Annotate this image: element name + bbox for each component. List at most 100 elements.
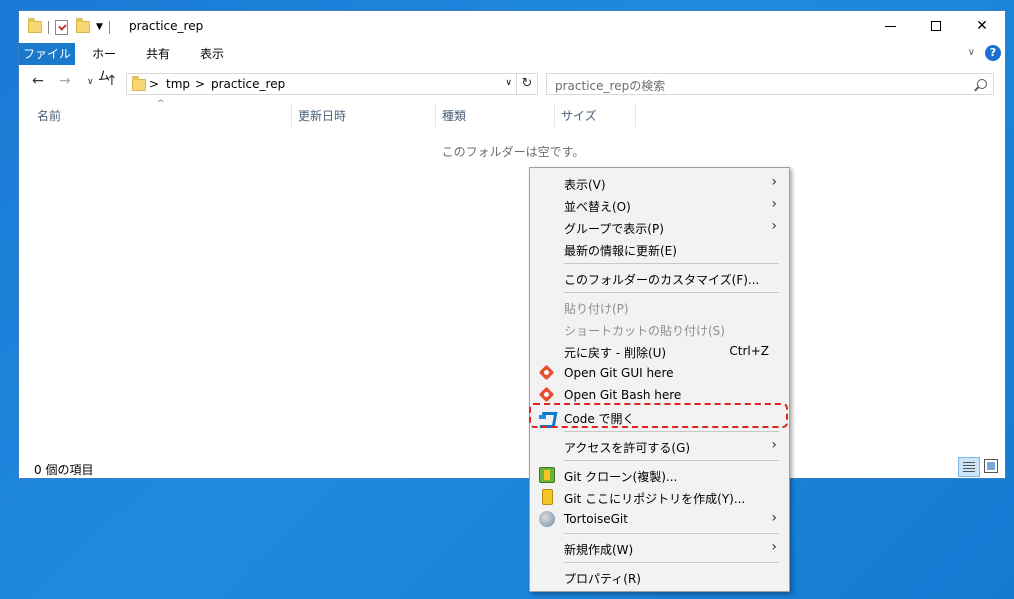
minimize-icon	[884, 25, 896, 27]
menu-item-git-gui[interactable]: Open Git GUI here	[530, 362, 789, 384]
menu-item-label: Git クローン(複製)...	[564, 470, 678, 484]
column-divider[interactable]	[291, 103, 292, 127]
menu-separator	[564, 431, 779, 432]
recent-locations-icon[interactable]: ∨	[87, 77, 94, 87]
breadcrumb-separator[interactable]: >	[149, 77, 159, 91]
context-menu: 表示(V) › 並べ替え(O) › グループで表示(P) › 最新の情報に更新(E) …	[529, 167, 790, 592]
search-input[interactable]: practice_repの検索	[546, 73, 994, 95]
menu-item-label: ショートカットの貼り付け(S)	[564, 324, 725, 338]
menu-item-properties[interactable]: プロパティ(R)	[530, 566, 789, 588]
title-bar: ▼ practice_rep ✕	[19, 11, 1005, 43]
column-header-size[interactable]: サイズ	[561, 107, 597, 124]
menu-item-label: Git ここにリポジトリを作成(Y)...	[564, 492, 746, 506]
maximize-icon	[931, 21, 941, 31]
breadcrumb-practice-rep[interactable]: practice_rep	[211, 77, 285, 91]
menu-item-tortoisegit[interactable]: TortoiseGit ›	[530, 508, 789, 530]
menu-item-customize[interactable]: このフォルダーのカスタマイズ(F)...	[530, 267, 789, 289]
menu-item-git-clone[interactable]: Git クローン(複製)...	[530, 464, 789, 486]
column-header-modified[interactable]: 更新日時	[298, 107, 346, 124]
submenu-arrow-icon: ›	[771, 539, 777, 555]
menu-item-label: 最新の情報に更新(E)	[564, 244, 677, 258]
menu-separator	[564, 533, 779, 534]
menu-item-label: 元に戻す - 削除(U)	[564, 346, 667, 360]
menu-separator	[564, 460, 779, 461]
menu-item-label: Open Git Bash here	[564, 388, 682, 402]
search-placeholder: practice_repの検索	[555, 79, 666, 93]
submenu-arrow-icon: ›	[771, 174, 777, 190]
column-divider[interactable]	[554, 103, 555, 127]
menu-item-label: アクセスを許可する(G)	[564, 441, 691, 455]
folder-icon[interactable]	[28, 18, 42, 33]
menu-item-view[interactable]: 表示(V) ›	[530, 172, 789, 194]
tab-share[interactable]: 共有	[143, 43, 173, 65]
menu-item-git-create-repo[interactable]: Git ここにリポジトリを作成(Y)...	[530, 486, 789, 508]
column-header-name[interactable]: 名前	[37, 107, 61, 124]
status-item-count: 0 個の項目	[34, 463, 94, 477]
minimize-button[interactable]	[867, 11, 913, 41]
navigation-bar: ← → ∨ ↑ > tmp > practice_rep ∨ ↻ practic…	[19, 71, 1005, 97]
explorer-window: ▼ practice_rep ✕ ファイル ホーム 共有 表示 ∨ ? ← → …	[18, 10, 1006, 479]
maximize-button[interactable]	[913, 11, 959, 41]
menu-item-shortcut: Ctrl+Z	[729, 344, 769, 358]
column-divider[interactable]	[635, 103, 636, 127]
menu-separator	[564, 263, 779, 264]
refresh-button[interactable]: ↻	[517, 73, 538, 95]
submenu-arrow-icon: ›	[771, 510, 777, 526]
sort-caret-icon: ^	[157, 99, 165, 109]
column-header-type[interactable]: 種類	[442, 107, 466, 124]
qat-dropdown-icon[interactable]: ▼	[96, 22, 103, 32]
back-icon[interactable]: ←	[32, 73, 44, 89]
menu-item-refresh[interactable]: 最新の情報に更新(E)	[530, 238, 789, 260]
highlight-box	[529, 403, 788, 428]
tab-file[interactable]: ファイル	[19, 43, 75, 65]
menu-item-label: 表示(V)	[564, 178, 606, 192]
menu-item-undo-delete[interactable]: 元に戻す - 削除(U) Ctrl+Z	[530, 340, 789, 362]
tab-home[interactable]: ホーム	[87, 43, 121, 83]
menu-item-label: 並べ替え(O)	[564, 200, 631, 214]
close-button[interactable]: ✕	[959, 11, 1005, 41]
large-icons-view-icon[interactable]	[984, 459, 998, 473]
new-folder-icon[interactable]	[76, 18, 90, 33]
menu-item-group[interactable]: グループで表示(P) ›	[530, 216, 789, 238]
refresh-icon: ↻	[521, 76, 533, 91]
help-icon[interactable]: ?	[985, 45, 1001, 61]
menu-item-label: 新規作成(W)	[564, 543, 634, 557]
folder-icon	[132, 76, 146, 91]
tortoisegit-clone-icon	[539, 467, 555, 483]
chevron-down-icon[interactable]: ∨	[505, 78, 512, 88]
submenu-arrow-icon: ›	[771, 196, 777, 212]
empty-folder-message: このフォルダーは空です。	[441, 145, 585, 159]
details-view-icon[interactable]	[958, 457, 980, 477]
quick-access-toolbar: ▼	[28, 17, 116, 37]
window-title: practice_rep	[129, 19, 204, 33]
git-icon	[538, 364, 555, 381]
menu-item-label: 貼り付け(P)	[564, 302, 629, 316]
menu-item-label: プロパティ(R)	[564, 572, 641, 586]
menu-separator	[564, 292, 779, 293]
breadcrumb-tmp[interactable]: tmp	[166, 77, 190, 91]
menu-item-new[interactable]: 新規作成(W) ›	[530, 537, 789, 559]
menu-item-label: このフォルダーのカスタマイズ(F)...	[564, 273, 760, 287]
address-bar[interactable]: > tmp > practice_rep ∨	[126, 73, 517, 95]
up-icon[interactable]: ↑	[106, 73, 118, 89]
ribbon-tabs: ファイル ホーム 共有 表示	[19, 43, 1005, 83]
tortoisegit-create-icon	[542, 489, 553, 505]
qat-separator	[48, 20, 49, 34]
tortoisegit-icon	[539, 511, 555, 527]
qat-separator	[108, 20, 110, 34]
menu-item-sort[interactable]: 並べ替え(O) ›	[530, 194, 789, 216]
properties-icon[interactable]	[55, 19, 68, 35]
breadcrumb-separator[interactable]: >	[195, 77, 205, 91]
column-divider[interactable]	[435, 103, 436, 127]
search-icon	[977, 79, 987, 89]
menu-item-paste: 貼り付け(P)	[530, 296, 789, 318]
menu-item-label: グループで表示(P)	[564, 222, 664, 236]
git-icon	[538, 386, 555, 403]
tab-view[interactable]: 表示	[197, 43, 227, 65]
submenu-arrow-icon: ›	[771, 437, 777, 453]
menu-item-label: TortoiseGit	[564, 512, 628, 526]
forward-icon[interactable]: →	[59, 73, 71, 89]
expand-ribbon-icon[interactable]: ∨	[968, 47, 975, 58]
menu-separator	[564, 562, 779, 563]
menu-item-give-access[interactable]: アクセスを許可する(G) ›	[530, 435, 789, 457]
